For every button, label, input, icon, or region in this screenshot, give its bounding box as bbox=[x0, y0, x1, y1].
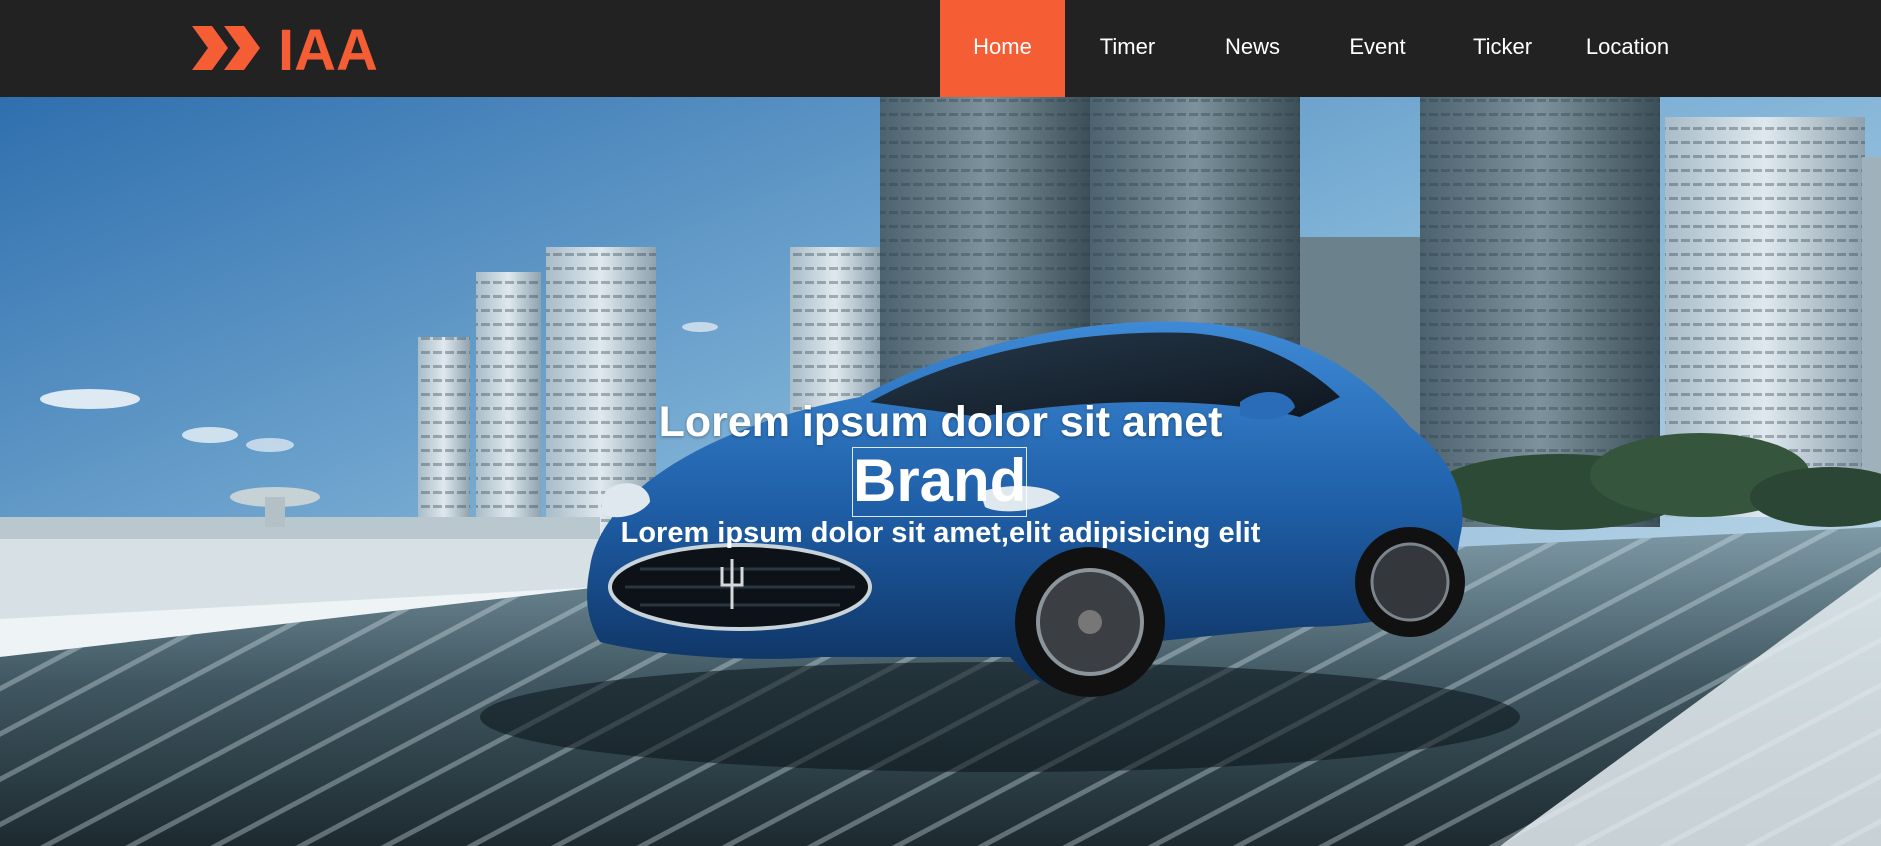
brand-label: Brand bbox=[852, 447, 1027, 517]
hero-banner: Lorem ipsum dolor sit amet Brand Lorem i… bbox=[0, 97, 1881, 846]
logo-text: IAA bbox=[278, 22, 378, 74]
hero-subheadline: Lorem ipsum dolor sit amet,elit adipisic… bbox=[620, 517, 1261, 549]
nav-timer[interactable]: Timer bbox=[1065, 0, 1190, 97]
nav-event[interactable]: Event bbox=[1315, 0, 1440, 97]
top-navbar: IAA Home Timer News Event Ticker Locatio… bbox=[0, 0, 1881, 97]
nav-ticker[interactable]: Ticker bbox=[1440, 0, 1565, 97]
nav-location[interactable]: Location bbox=[1565, 0, 1690, 97]
nav-home[interactable]: Home bbox=[940, 0, 1065, 97]
nav-news[interactable]: News bbox=[1190, 0, 1315, 97]
hero-headline: Lorem ipsum dolor sit amet bbox=[658, 398, 1223, 446]
iaa-logo[interactable]: IAA bbox=[192, 22, 402, 74]
